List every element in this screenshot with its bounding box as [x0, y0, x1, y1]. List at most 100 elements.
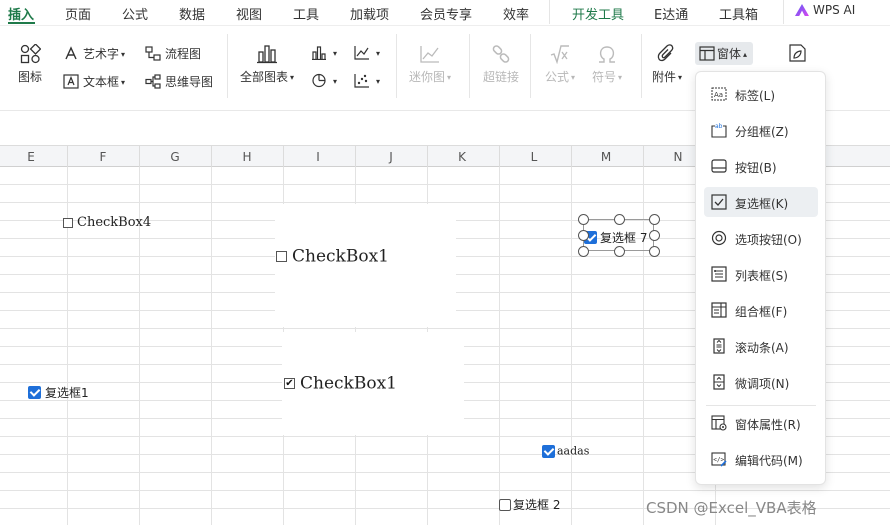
checkbox1-label: CheckBox1 [292, 246, 389, 267]
form-controls-button[interactable]: 窗体 ▴ [695, 42, 754, 65]
column-header-h[interactable]: H [237, 150, 257, 164]
tab-toolbox[interactable]: 工具箱 [719, 4, 758, 23]
textbox-button[interactable]: 文本框 ▾ [63, 73, 125, 90]
column-header-l[interactable]: L [524, 150, 544, 164]
fuxuankuang2-label: 复选框 2 [513, 498, 561, 512]
art-text-label: 艺术字 [83, 47, 120, 61]
svg-text:ab: ab [715, 123, 723, 130]
mindmap-icon [145, 74, 161, 89]
column-header-f[interactable]: F [93, 150, 113, 164]
tab-addins[interactable]: 加载项 [350, 4, 389, 23]
column-divider [427, 146, 428, 168]
wps-ai-button[interactable]: WPS AI [795, 3, 855, 17]
column-header-e[interactable]: E [21, 150, 41, 164]
tab-edatong[interactable]: E达通 [654, 4, 688, 23]
menu-item-groupbox[interactable]: ab 分组框(Z) [704, 115, 818, 145]
menu-item-form-properties[interactable]: 窗体属性(R) [704, 408, 818, 438]
column-header-i[interactable]: I [308, 150, 328, 164]
checkbox1-checked-control[interactable]: ✔ CheckBox1 [284, 373, 397, 394]
menu-item-text: 列表框(S) [735, 269, 788, 283]
checkbox1-control[interactable]: CheckBox1 [276, 246, 389, 267]
menu-item-listbox[interactable]: 列表框(S) [704, 259, 818, 289]
menu-item-scrollbar[interactable]: 滚动条(A) [704, 331, 818, 361]
sparkline-button[interactable]: 迷你图 ▾ [409, 44, 451, 85]
checkbox4-control[interactable]: CheckBox4 [63, 215, 151, 230]
form-icon [699, 46, 715, 61]
all-charts-button[interactable]: 全部图表 ▾ [240, 44, 294, 85]
tab-data[interactable]: 数据 [179, 4, 205, 23]
chevron-down-icon: ▾ [618, 73, 623, 82]
fuxuankuang2-control[interactable]: 复选框 2 [499, 496, 560, 513]
column-chart-button[interactable]: ▾ [311, 45, 337, 60]
combobox-icon [711, 302, 727, 318]
column-header-m[interactable]: M [596, 150, 616, 164]
column-header-n[interactable]: N [668, 150, 688, 164]
attachment-button[interactable]: 附件 ▾ [652, 44, 682, 85]
all-charts-label: 全部图表 [240, 70, 289, 84]
watermark-text: CSDN @Excel_VBA表格 [646, 499, 817, 517]
menu-item-button[interactable]: 按钮(B) [704, 151, 818, 181]
tab-formula[interactable]: 公式 [122, 4, 148, 23]
art-text-button[interactable]: 艺术字 ▾ [63, 45, 125, 62]
scatter-chart-icon [354, 74, 369, 88]
hyperlink-label: 超链接 [483, 70, 520, 84]
column-divider [67, 146, 68, 168]
form-controls-label: 窗体 [717, 47, 742, 61]
resize-handle[interactable] [649, 214, 660, 225]
hyperlink-button[interactable]: 超链接 [483, 44, 519, 85]
tab-tools[interactable]: 工具 [293, 4, 319, 23]
resize-handle[interactable] [578, 214, 589, 225]
spinner-icon [713, 374, 725, 390]
edit-code-icon: </> [711, 452, 727, 467]
form-properties-icon [711, 415, 727, 431]
paperclip-icon [657, 44, 674, 62]
column-divider [283, 146, 284, 168]
resize-handle[interactable] [578, 230, 589, 241]
column-header-j[interactable]: J [381, 150, 401, 164]
equation-button[interactable]: 公式 ▾ [545, 44, 575, 85]
tab-page[interactable]: 页面 [65, 4, 91, 23]
checkbox-unchecked-icon [63, 217, 73, 228]
icon-button[interactable]: 图标 [18, 44, 42, 85]
resize-handle[interactable] [614, 246, 625, 257]
checkbox4-label: CheckBox4 [77, 215, 152, 230]
tab-developer[interactable]: 开发工具 [572, 4, 624, 23]
scatter-chart-button[interactable]: ▾ [354, 73, 380, 88]
flowchart-button[interactable]: 流程图 [145, 45, 201, 62]
menu-divider [706, 405, 816, 406]
form-controls-menu: Aa 标签(L) ab 分组框(Z) 按钮(B) 复选框(K) 选项按钮(O) … [695, 71, 826, 485]
resize-handle[interactable] [614, 214, 625, 225]
checkbox-icon [711, 194, 727, 210]
resize-handle[interactable] [578, 246, 589, 257]
sparkline-label: 迷你图 [409, 70, 446, 84]
column-header-g[interactable]: G [165, 150, 185, 164]
tab-view[interactable]: 视图 [236, 4, 262, 23]
tab-member[interactable]: 会员专享 [420, 4, 472, 23]
wps-ai-logo-icon [795, 4, 809, 16]
menu-item-label[interactable]: Aa 标签(L) [704, 79, 818, 109]
sparkline-icon [420, 46, 440, 63]
menu-item-combobox[interactable]: 组合框(F) [704, 295, 818, 325]
column-header-k[interactable]: K [452, 150, 472, 164]
link-icon [492, 45, 510, 63]
ocr-button[interactable] [787, 43, 811, 63]
chevron-down-icon: ▾ [571, 73, 576, 82]
tab-insert[interactable]: 插入 [8, 4, 34, 23]
aadas-control[interactable]: aadas [542, 444, 589, 458]
menu-item-spinner[interactable]: 微调项(N) [704, 367, 818, 397]
chevron-down-icon: ▾ [376, 77, 381, 86]
fuxuankuang1-control[interactable]: 复选框1 [28, 384, 89, 401]
pie-chart-button[interactable]: ▾ [311, 73, 337, 88]
menu-item-radio[interactable]: 选项按钮(O) [704, 223, 818, 253]
menu-item-edit-code[interactable]: </> 编辑代码(M) [704, 444, 818, 474]
tab-efficiency[interactable]: 效率 [503, 4, 529, 23]
menu-item-checkbox[interactable]: 复选框(K) [704, 187, 818, 217]
checkmark-icon: ✔ [284, 378, 295, 389]
scrollbar-icon [713, 338, 725, 354]
symbol-button[interactable]: 符号 ▾ [592, 44, 622, 85]
resize-handle[interactable] [649, 246, 660, 257]
ribbon-divider [227, 34, 228, 98]
line-chart-button[interactable]: ▾ [354, 45, 380, 60]
mindmap-button[interactable]: 思维导图 [145, 73, 213, 90]
resize-handle[interactable] [649, 230, 660, 241]
